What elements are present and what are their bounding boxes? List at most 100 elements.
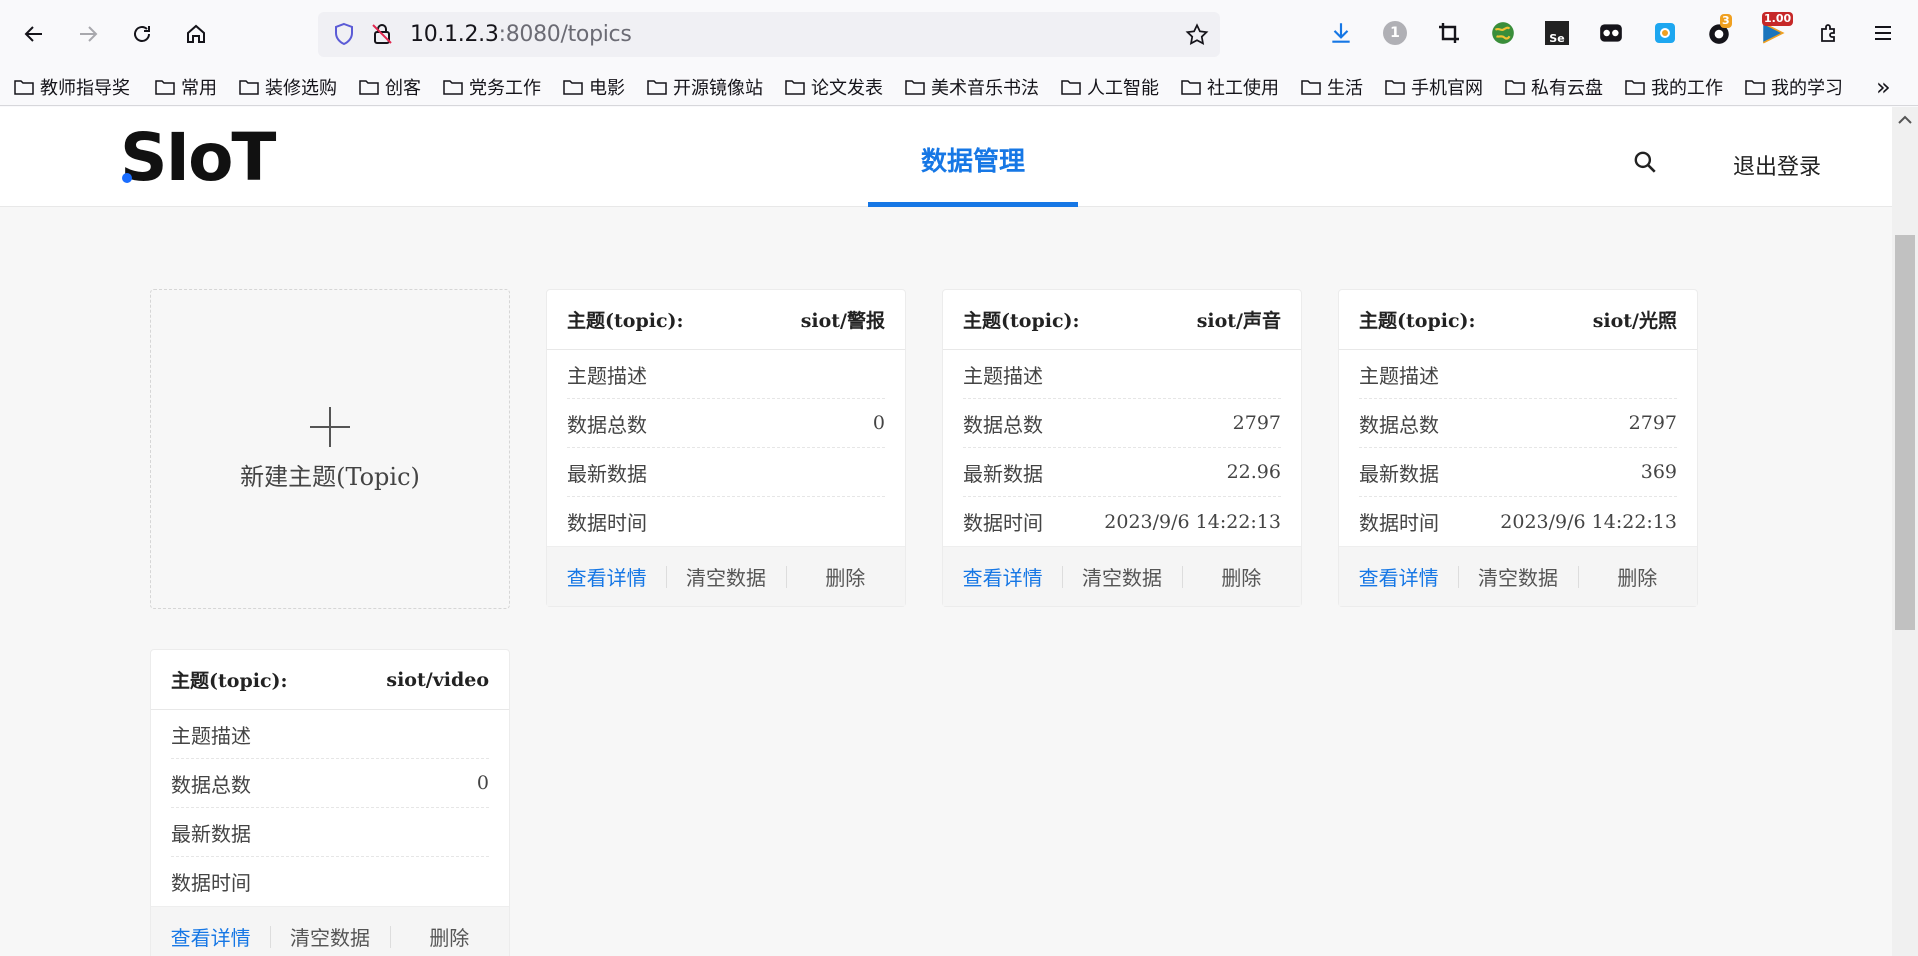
new-topic-card[interactable]: 新建主题(Topic)	[150, 289, 510, 609]
crop-icon[interactable]	[1434, 18, 1464, 48]
desc-row: 主题描述	[1359, 350, 1677, 399]
bookmark-folder[interactable]: 私有云盘	[1505, 74, 1603, 100]
bookmark-folder[interactable]: 生活	[1301, 74, 1363, 100]
play-badge: 1.00	[1762, 12, 1794, 26]
forward-icon[interactable]	[70, 16, 106, 52]
latest-value: 22.96	[1226, 461, 1281, 483]
timer-badge: 3	[1720, 14, 1732, 28]
view-details-button[interactable]: 查看详情	[547, 562, 666, 591]
card-header: 主题(topic): siot/声音	[943, 290, 1301, 350]
screenshot-extension-icon[interactable]	[1650, 18, 1680, 48]
time-row: 数据时间	[171, 871, 251, 895]
folder-icon	[1625, 80, 1645, 95]
new-topic-label: 新建主题(Topic)	[240, 462, 420, 491]
bookmark-folder[interactable]: 常用	[155, 74, 217, 100]
topic-card: 主题(topic): siot/光照 主题描述 数据总数 2797 最新数据 369…	[1338, 289, 1698, 607]
delete-button[interactable]: 删除	[1181, 562, 1301, 591]
clear-data-button[interactable]: 清空数据	[270, 922, 389, 951]
count-value: 0	[872, 412, 885, 434]
bookmark-folder[interactable]: 我的学习	[1745, 74, 1843, 100]
card-actions: 查看详情 清空数据 删除	[943, 546, 1301, 606]
clear-data-button[interactable]: 清空数据	[1062, 562, 1181, 591]
bookmark-folder[interactable]: 创客	[359, 74, 421, 100]
mask-extension-icon[interactable]	[1596, 18, 1626, 48]
browser-toolbar: 10.1.2.3:8080/topics 1 Se 3 1.00	[0, 0, 1918, 68]
bookmark-folder[interactable]: 手机官网	[1385, 74, 1483, 100]
count-value: 2797	[1628, 412, 1677, 434]
card-header: 主题(topic): siot/光照	[1339, 290, 1697, 350]
folder-icon	[905, 80, 925, 95]
card-actions: 查看详情 清空数据 删除	[1339, 546, 1697, 606]
shield-icon[interactable]	[332, 22, 356, 50]
timer-extension-icon[interactable]: 3	[1704, 14, 1734, 48]
back-icon[interactable]	[16, 16, 52, 52]
count-value: 2797	[1232, 412, 1281, 434]
delete-button[interactable]: 删除	[389, 922, 509, 951]
count-row: 数据总数 0	[567, 399, 885, 448]
bookmark-folder[interactable]: 美术音乐书法	[905, 74, 1039, 100]
selenium-icon[interactable]: Se	[1542, 18, 1572, 48]
bookmark-folder[interactable]: 教师指导奖	[14, 74, 130, 100]
folder-icon	[1385, 80, 1405, 95]
topic-name: siot/光照	[1592, 310, 1677, 332]
count-row: 数据总数 2797	[1359, 399, 1677, 448]
view-details-button[interactable]: 查看详情	[151, 922, 270, 951]
app-header: SIoT 数据管理 退出登录	[0, 107, 1892, 207]
bookmark-folder[interactable]: 论文发表	[785, 74, 883, 100]
bookmark-folder[interactable]: 电影	[563, 74, 625, 100]
topic-name: siot/video	[386, 668, 489, 691]
tab-data-management[interactable]: 数据管理	[868, 107, 1078, 207]
bookmark-folder[interactable]: 社工使用	[1181, 74, 1279, 100]
logout-button[interactable]: 退出登录	[1733, 149, 1821, 181]
topic-card: 主题(topic): siot/video 主题描述 数据总数 0 最新数据 数据…	[150, 649, 510, 956]
globe-extension-icon[interactable]	[1488, 18, 1518, 48]
clear-data-button[interactable]: 清空数据	[666, 562, 785, 591]
count-row: 数据总数 2797	[963, 399, 1281, 448]
menu-icon[interactable]	[1868, 18, 1898, 48]
folder-icon	[1505, 80, 1525, 95]
bookmark-folder[interactable]: 开源镜像站	[647, 74, 763, 100]
search-icon[interactable]	[1632, 149, 1658, 175]
time-row: 数据时间 2023/9/6 14:22:13	[963, 510, 1281, 536]
page-scrollbar[interactable]	[1892, 107, 1918, 956]
desc-row: 主题描述	[171, 710, 489, 759]
download-icon[interactable]	[1326, 18, 1356, 48]
bookmark-star-icon[interactable]	[1184, 22, 1210, 52]
view-details-button[interactable]: 查看详情	[943, 562, 1062, 591]
play-extension-icon[interactable]: 1.00	[1758, 12, 1794, 48]
insecure-lock-icon[interactable]	[370, 22, 394, 50]
folder-icon	[1061, 80, 1081, 95]
topic-name: siot/警报	[800, 310, 885, 332]
logo[interactable]: SIoT	[120, 125, 276, 191]
reload-icon[interactable]	[124, 16, 160, 52]
topic-name: siot/声音	[1196, 310, 1281, 332]
desc-row: 主题描述	[963, 350, 1281, 399]
bookmarks-overflow-button[interactable]: »	[1876, 73, 1891, 101]
home-icon[interactable]	[178, 16, 214, 52]
latest-row: 最新数据 22.96	[963, 448, 1281, 497]
folder-icon	[1745, 80, 1765, 95]
tab-active-indicator	[868, 202, 1078, 207]
folder-icon	[785, 80, 805, 95]
url-bar[interactable]: 10.1.2.3:8080/topics	[318, 12, 1220, 57]
bookmark-folder[interactable]: 我的工作	[1625, 74, 1723, 100]
bookmark-folder[interactable]: 党务工作	[443, 74, 541, 100]
clear-data-button[interactable]: 清空数据	[1458, 562, 1577, 591]
topic-label: 主题(topic):	[171, 670, 288, 692]
bookmark-folder[interactable]: 人工智能	[1061, 74, 1159, 100]
extension-circle-icon[interactable]: 1	[1380, 18, 1410, 48]
delete-button[interactable]: 删除	[785, 562, 905, 591]
view-details-button[interactable]: 查看详情	[1339, 562, 1458, 591]
extensions-puzzle-icon[interactable]	[1814, 18, 1844, 48]
count-row: 数据总数 0	[171, 759, 489, 808]
time-value: 2023/9/6 14:22:13	[1104, 510, 1281, 533]
scroll-up-arrow-icon[interactable]	[1892, 107, 1918, 133]
url-text[interactable]: 10.1.2.3:8080/topics	[410, 22, 632, 47]
latest-row: 最新数据	[171, 808, 489, 857]
latest-row: 最新数据	[567, 448, 885, 497]
bookmark-folder[interactable]: 装修选购	[239, 74, 337, 100]
plus-icon	[310, 406, 350, 447]
topic-label: 主题(topic):	[1359, 310, 1476, 332]
scrollbar-thumb[interactable]	[1895, 235, 1915, 630]
delete-button[interactable]: 删除	[1577, 562, 1697, 591]
